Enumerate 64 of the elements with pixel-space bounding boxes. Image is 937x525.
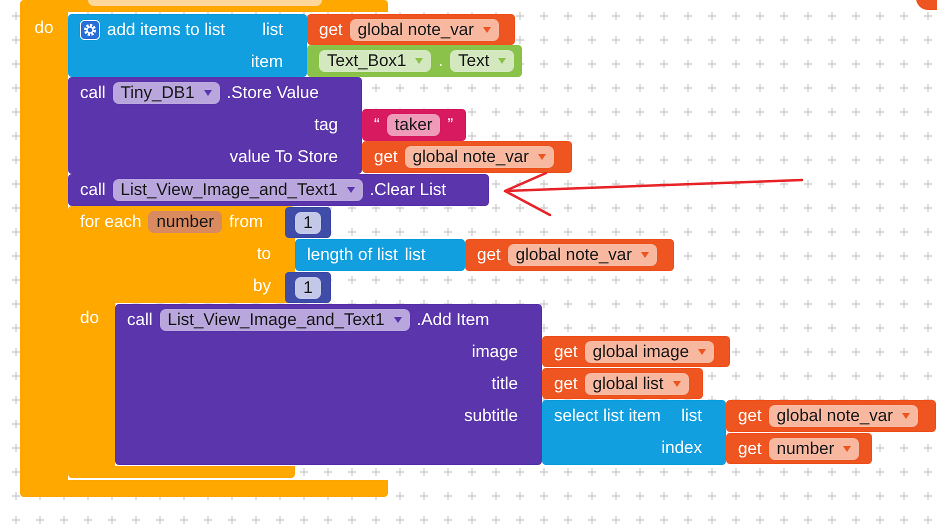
dropdown-arrow-icon xyxy=(415,58,424,64)
dropdown[interactable]: Tiny_DB1 xyxy=(112,82,220,104)
block-field[interactable]: 1 xyxy=(295,212,321,234)
dropdown[interactable]: global image xyxy=(584,340,714,362)
block-label: “ xyxy=(374,115,380,135)
block-label: do xyxy=(34,18,54,38)
block-label: length of list xyxy=(307,245,398,265)
block-label: . xyxy=(438,51,444,71)
dropdown[interactable]: Text xyxy=(450,50,514,72)
dropdown[interactable]: List_View_Image_and_Text1 xyxy=(112,179,363,201)
dropdown[interactable]: global note_var xyxy=(508,244,657,266)
block-label: get xyxy=(554,342,578,362)
block-label: title xyxy=(492,374,518,394)
dropdown[interactable]: global note_var xyxy=(350,18,499,40)
block-label: index xyxy=(661,438,702,458)
dropdown[interactable]: global list xyxy=(584,372,689,394)
dropdown-arrow-icon xyxy=(538,154,546,160)
block-label: add items to list xyxy=(107,20,226,40)
gear-icon[interactable] xyxy=(80,20,100,40)
block-label: get xyxy=(319,20,343,40)
block-label: .Add Item xyxy=(416,310,490,330)
block-label: get xyxy=(738,406,762,426)
dropdown-arrow-icon xyxy=(843,446,852,452)
dropdown-arrow-icon xyxy=(902,413,910,419)
block-label: from xyxy=(229,212,264,232)
block-label: get xyxy=(738,438,762,458)
block-label: for each xyxy=(80,212,142,232)
block-label: do xyxy=(80,308,99,328)
block-label: list xyxy=(262,20,283,40)
block-field[interactable]: taker xyxy=(386,114,440,136)
dropdown-arrow-icon xyxy=(346,187,355,193)
block-label: select list item xyxy=(554,406,661,426)
dropdown-arrow-icon xyxy=(698,348,706,354)
block-label: .Clear List xyxy=(370,180,446,200)
dropdown-arrow-icon xyxy=(498,58,506,64)
block-label: list xyxy=(404,245,426,265)
dropdown[interactable]: Text_Box1 xyxy=(319,50,432,72)
block-label: tag xyxy=(314,115,338,135)
dropdown[interactable]: global note_var xyxy=(768,405,918,427)
dropdown-arrow-icon xyxy=(482,26,491,32)
block-label: value To Store xyxy=(230,147,338,167)
block-label: get xyxy=(554,374,578,394)
dropdown-arrow-icon xyxy=(204,90,212,96)
block-label: ” xyxy=(447,115,454,135)
dropdown-arrow-icon xyxy=(672,380,681,386)
block-label: call xyxy=(80,83,106,103)
dropdown[interactable]: number xyxy=(768,438,860,460)
block-field[interactable]: 1 xyxy=(295,276,321,298)
block-label: call xyxy=(127,310,153,330)
block-label: item xyxy=(250,52,283,72)
block-label: get xyxy=(477,245,501,265)
block-field[interactable]: number xyxy=(148,211,222,233)
block-label: to xyxy=(256,244,271,264)
block-label: get xyxy=(374,147,398,167)
block-label: call xyxy=(80,180,106,200)
dropdown-arrow-icon xyxy=(394,317,402,323)
dropdown[interactable]: global note_var xyxy=(404,146,554,168)
dropdown-arrow-icon xyxy=(640,252,649,258)
block-label: list xyxy=(681,406,702,426)
block-label: image xyxy=(472,342,518,362)
block-label: .Store Value xyxy=(226,83,319,103)
block-label: by xyxy=(253,276,271,296)
block-label: subtitle xyxy=(464,406,518,426)
dropdown[interactable]: List_View_Image_and_Text1 xyxy=(160,309,410,331)
